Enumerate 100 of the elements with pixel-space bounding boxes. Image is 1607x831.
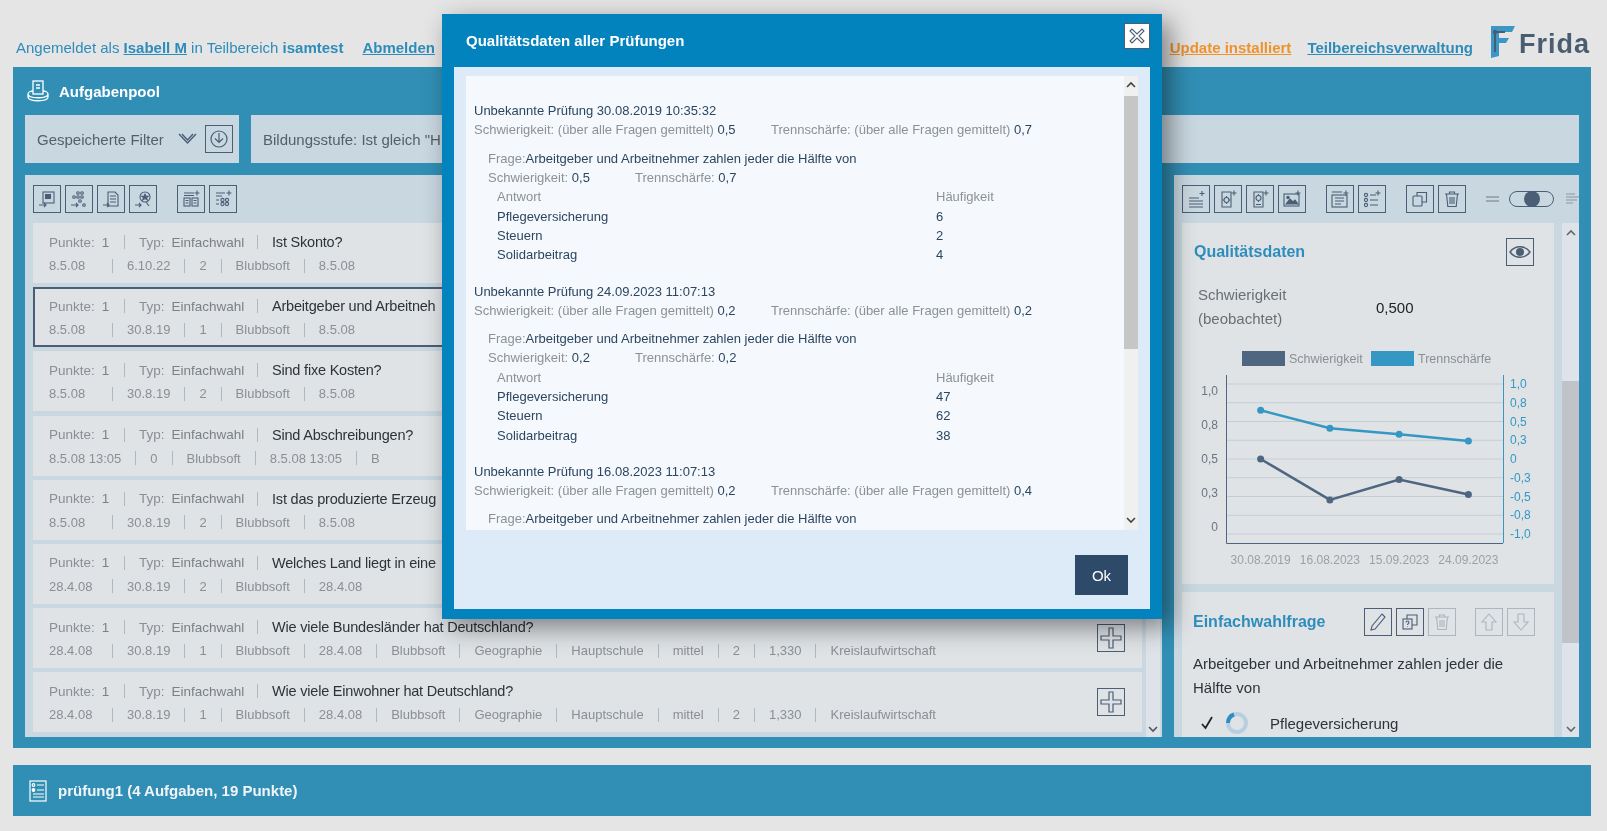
meta-cell-text: Blubbsoft	[390, 643, 447, 659]
toolbar-button[interactable]	[97, 185, 125, 213]
axis-label: 0,3	[1201, 486, 1218, 501]
copy-button[interactable]	[1396, 608, 1424, 636]
stat-value: 0,2	[1014, 302, 1033, 318]
user-link[interactable]: Isabell M	[123, 39, 187, 56]
close-icon	[1128, 27, 1146, 45]
scrollbar[interactable]	[1562, 223, 1579, 737]
toolbar-button[interactable]	[177, 185, 205, 213]
admin-link[interactable]: Teilbereichsverwaltung	[1307, 38, 1473, 58]
slider-thumb[interactable]	[1523, 190, 1540, 207]
close-button[interactable]	[1124, 23, 1150, 49]
toolbar-button[interactable]	[1326, 185, 1354, 213]
data-point	[1464, 437, 1472, 445]
table-cell: 62	[936, 408, 951, 424]
preview-button[interactable]	[1506, 238, 1534, 266]
login-info: Angemeldet als Isabell M in Teilbereich isamtest	[16, 38, 344, 58]
stat-value: 0,5	[571, 170, 590, 186]
type-label: Typ:	[139, 619, 165, 635]
toolbar-button[interactable]	[1406, 185, 1434, 213]
meta-cell-text: 1	[198, 707, 208, 723]
meta-cell-text: B	[370, 450, 381, 466]
axis-label: 0,8	[1510, 395, 1527, 410]
scroll-thumb[interactable]	[1124, 96, 1138, 349]
points-value: 1	[101, 491, 110, 507]
card-title: Qualitätsdaten	[1194, 243, 1307, 261]
task-title: Ist Skonto?	[272, 234, 343, 250]
points-value: 1	[101, 619, 110, 635]
toolbar-button[interactable]	[1438, 185, 1466, 213]
stat-label: Schwierigkeit: (über alle Fragen gemittelt)	[474, 122, 714, 138]
meta-cell-text: 1,330	[767, 707, 803, 723]
meta-cell-text: 8.5.08	[317, 514, 356, 530]
saved-filter-dropdown[interactable]: Gespeicherte Filter	[25, 124, 197, 154]
stat-value: 0,2	[718, 350, 737, 366]
meta-cell-text: 8.5.08	[49, 514, 87, 530]
data-point	[1257, 455, 1265, 463]
toolbar-button[interactable]	[1246, 185, 1274, 213]
meta-cell-text: 8.5.08	[49, 258, 87, 273]
meta-cell-text: 1	[198, 643, 208, 659]
type-label: Typ:	[139, 555, 165, 571]
meta-cell-text: 30.8.19	[126, 322, 172, 338]
stat-value: 0,5	[717, 122, 736, 138]
meta-cell-text: Blubbsoft	[390, 707, 447, 723]
exam-title: Unbekannte Prüfung 30.08.2019 10:35:32	[474, 103, 717, 119]
toolbar-button[interactable]	[1358, 185, 1386, 213]
meta-cell-text: 30.8.19	[126, 643, 172, 659]
dots-arrow-icon	[69, 189, 89, 209]
options-plus-icon	[213, 189, 233, 209]
points-label: Punkte:	[49, 491, 95, 507]
toolbar-button[interactable]	[65, 185, 93, 213]
scroll-thumb[interactable]	[1562, 381, 1579, 643]
toolbar-button[interactable]	[1278, 185, 1306, 213]
download-button[interactable]	[204, 125, 233, 153]
axis-label: -1,0	[1510, 527, 1531, 541]
data-point	[1326, 496, 1334, 504]
meta-cell-text: 8.5.08	[317, 322, 356, 338]
edit-button[interactable]	[1364, 608, 1392, 636]
toolbar-button[interactable]	[209, 185, 237, 213]
add-button[interactable]	[1097, 624, 1125, 653]
stat-label: Trennschärfe: (über alle Fragen gemittelt)	[771, 122, 1011, 138]
column-header: Antwort	[497, 369, 543, 385]
axis-label: -0,3	[1510, 470, 1531, 485]
ok-button[interactable]: Ok	[1075, 555, 1128, 595]
axis-label: -0,8	[1510, 508, 1531, 523]
points-label: Punkte:	[49, 555, 95, 571]
meta-cell-text: 1	[198, 322, 208, 338]
table-cell: 2	[936, 227, 944, 243]
meta-cell-text: 30.8.19	[126, 578, 172, 594]
table-cell-text: Solidarbeitrag	[497, 247, 579, 263]
add-button[interactable]	[1097, 688, 1125, 717]
pencil-icon	[1368, 612, 1388, 632]
points-value: 1	[101, 427, 110, 443]
toolbar-button[interactable]	[129, 185, 157, 213]
stat-label: Schwierigkeit:	[488, 170, 569, 186]
points-label: Punkte:	[49, 427, 95, 443]
toolbar-button[interactable]	[1182, 185, 1210, 213]
panel-title: Aufgabenpool	[59, 82, 160, 100]
update-link[interactable]: Update installiert	[1169, 38, 1292, 58]
question-label: Frage:	[488, 331, 526, 347]
chevron-up-icon	[1125, 81, 1137, 89]
image-plus-icon	[1282, 189, 1302, 209]
meta-cell-text: Blubbsoft	[234, 386, 291, 402]
type-value: Einfachwahl	[171, 298, 245, 314]
meta-cell-text: 8.5.08	[49, 386, 87, 402]
type-value: Einfachwahl	[171, 555, 245, 571]
exam-title: prüfung1 (4 Aufgaben, 19 Punkte)	[58, 782, 298, 799]
task-title: Wie viele Einwohner hat Deutschland?	[272, 683, 514, 700]
column-header: Häufigkeit	[936, 369, 994, 385]
meta-cell-text: 8.5.08 13:05	[49, 450, 123, 466]
scrollbar[interactable]	[1124, 76, 1138, 530]
toolbar-button[interactable]	[1214, 185, 1242, 213]
logout-link[interactable]: Abmelden	[362, 38, 435, 58]
points-value: 1	[101, 683, 110, 699]
meta-cell-text: 30.8.19	[126, 514, 172, 530]
data-point	[1326, 424, 1334, 432]
exam-bar[interactable]: prüfung1 (4 Aufgaben, 19 Punkte)	[13, 765, 1591, 816]
task-row[interactable]: Punkte: 1 Typ: Einfachwahl Wie viele Einwohner hat Deutschland? 28.4.08 30.8.19 1 Blubbsoft 28.4.08 Blubbsoft Geographie Hauptschule mittel 2 1,330 Kreislaufwirtschaft	[33, 672, 1142, 733]
legend-label: Trennschärfe	[1418, 352, 1492, 366]
toolbar-button[interactable]	[33, 185, 61, 213]
meta-cell-text: Blubbsoft	[234, 707, 291, 723]
